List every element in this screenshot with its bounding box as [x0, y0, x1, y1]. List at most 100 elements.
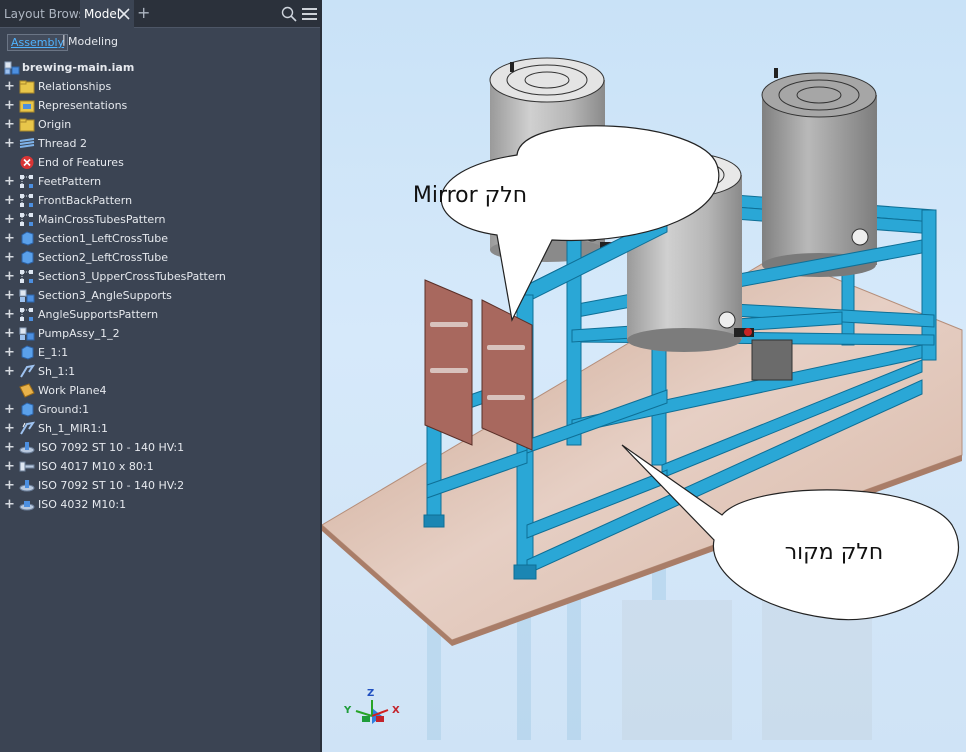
expand-icon[interactable]: +: [4, 362, 15, 381]
tree-item-label: E_1:1: [38, 346, 69, 359]
tree-item-section1-leftcrosstube[interactable]: + Section1_LeftCrossTube: [0, 229, 320, 248]
expand-icon[interactable]: +: [4, 77, 15, 96]
close-icon[interactable]: [117, 7, 131, 21]
part-icon: [21, 402, 34, 417]
washer-icon: [19, 480, 35, 492]
tab-layout-browser[interactable]: Layout Browser: [0, 0, 97, 28]
folder-icon: [19, 80, 35, 94]
tree-item-label: PumpAssy_1_2: [38, 327, 120, 340]
search-icon[interactable]: [281, 6, 297, 22]
browser-tab-bar: Layout Browser Model +: [0, 0, 320, 28]
tank-rear-right: [761, 68, 888, 277]
tree-item-anglesupportspattern[interactable]: + AngleSupportsPattern: [0, 305, 320, 324]
thread-icon: [19, 138, 35, 148]
tree-item-thread-2[interactable]: + Thread 2: [0, 134, 320, 153]
tree-item-frontbackpattern[interactable]: + FrontBackPattern: [0, 191, 320, 210]
callout-mirror-text: חלק Mirror: [412, 183, 528, 208]
pattern-icon: [20, 175, 33, 188]
expand-icon[interactable]: +: [4, 419, 15, 438]
assembly-tree: brewing-main.iam + Relationships + Represen…: [0, 58, 320, 514]
expand-icon[interactable]: +: [4, 305, 15, 324]
tree-item-label: Section1_LeftCrossTube: [38, 232, 168, 245]
tree-item-e-1-1[interactable]: + E_1:1: [0, 343, 320, 362]
browser-mode-bar: Assembly | Modeling: [0, 28, 320, 56]
expand-icon[interactable]: +: [4, 438, 15, 457]
mirror-plate: [424, 279, 473, 446]
subassembly-icon: [19, 289, 35, 303]
expand-icon[interactable]: +: [4, 134, 15, 153]
expand-icon[interactable]: +: [4, 172, 15, 191]
tree-item-maincrosstubespattern[interactable]: + MainCrossTubesPattern: [0, 210, 320, 229]
tree-item-origin[interactable]: + Origin: [0, 115, 320, 134]
nut-icon: [19, 501, 35, 511]
tree-item-label: MainCrossTubesPattern: [38, 213, 166, 226]
expand-icon[interactable]: +: [4, 495, 15, 514]
expand-icon[interactable]: +: [4, 267, 15, 286]
tree-item-ground-1[interactable]: + Ground:1: [0, 400, 320, 419]
tree-root[interactable]: brewing-main.iam: [0, 58, 320, 77]
source-plate: [481, 299, 533, 451]
end-of-features-icon: [20, 156, 34, 169]
tree-item-label: AngleSupportsPattern: [38, 308, 159, 321]
expand-icon[interactable]: +: [4, 457, 15, 476]
tree-item-label: Section3_UpperCrossTubesPattern: [38, 270, 226, 283]
mirror-part-icon: [20, 421, 35, 435]
axis-label-y: Y: [344, 705, 352, 716]
pattern-icon: [20, 194, 33, 207]
tree-item-sh-1-mir1-1[interactable]: + Sh_1_MIR1:1: [0, 419, 320, 438]
menu-icon[interactable]: [302, 7, 317, 21]
tree-item-representations[interactable]: + Representations: [0, 96, 320, 115]
folder-icon: [19, 118, 35, 132]
axis-label-z: Z: [367, 688, 375, 699]
tree-item-label: FeetPattern: [38, 175, 102, 188]
axis-label-x: X: [392, 705, 400, 716]
mode-modeling[interactable]: Modeling: [68, 35, 118, 48]
tree-item-sh-1-1[interactable]: + Sh_1:1: [0, 362, 320, 381]
pattern-icon: [20, 308, 33, 321]
expand-icon[interactable]: +: [4, 191, 15, 210]
model-scene: [322, 57, 963, 740]
tree-item-label: ISO 4032 M10:1: [38, 498, 127, 511]
tree-item-label: ISO 7092 ST 10 - 140 HV:1: [38, 441, 185, 454]
tree-item-section2-leftcrosstube[interactable]: + Section2_LeftCrossTube: [0, 248, 320, 267]
model-browser-panel: Layout Browser Model + Assembly | Modeli…: [0, 0, 322, 752]
mode-separator: |: [62, 33, 66, 46]
add-tab-icon[interactable]: +: [137, 5, 153, 21]
tree-item-label: Sh_1_MIR1:1: [38, 422, 109, 435]
tree-item-label: FrontBackPattern: [38, 194, 133, 207]
expand-icon[interactable]: +: [4, 400, 15, 419]
expand-icon[interactable]: +: [4, 286, 15, 305]
tree-item-iso-7092-st-10-140-hv-1[interactable]: + ISO 7092 ST 10 - 140 HV:1: [0, 438, 320, 457]
tree-item-pumpassy-1-2[interactable]: + PumpAssy_1_2: [0, 324, 320, 343]
expand-icon[interactable]: +: [4, 324, 15, 343]
tree-item-section3-anglesupports[interactable]: + Section3_AngleSupports: [0, 286, 320, 305]
expand-icon[interactable]: +: [4, 248, 15, 267]
tree-item-label: Origin: [38, 118, 72, 131]
tree-item-label: End of Features: [38, 156, 124, 169]
tree-item-label: Work Plane4: [38, 384, 107, 397]
view-axis-triad: [355, 700, 389, 724]
part-icon: [21, 345, 34, 360]
mode-assembly[interactable]: Assembly: [7, 34, 69, 51]
tree-item-label: Thread 2: [38, 137, 87, 150]
tree-item-feetpattern[interactable]: + FeetPattern: [0, 172, 320, 191]
tree-item-label: Section3_AngleSupports: [38, 289, 172, 302]
tree-item-iso-4032-m10-1[interactable]: + ISO 4032 M10:1: [0, 495, 320, 514]
expand-icon[interactable]: +: [4, 96, 15, 115]
expand-icon[interactable]: +: [4, 343, 15, 362]
tree-item-end-of-features[interactable]: End of Features: [0, 153, 320, 172]
pattern-icon: [20, 270, 33, 283]
tree-item-iso-4017-m10-x-80-1[interactable]: + ISO 4017 M10 x 80:1: [0, 457, 320, 476]
expand-icon[interactable]: +: [4, 115, 15, 134]
tree-item-section3-uppercrosstubespattern[interactable]: + Section3_UpperCrossTubesPattern: [0, 267, 320, 286]
tree-item-iso-7092-st-10-140-hv-2[interactable]: + ISO 7092 ST 10 - 140 HV:2: [0, 476, 320, 495]
expand-icon[interactable]: +: [4, 229, 15, 248]
tree-item-relationships[interactable]: + Relationships: [0, 77, 320, 96]
tree-item-label: ISO 7092 ST 10 - 140 HV:2: [38, 479, 185, 492]
expand-icon[interactable]: +: [4, 210, 15, 229]
callout-source-text: חלק מקור: [784, 540, 884, 565]
tree-item-work-plane4[interactable]: Work Plane4: [0, 381, 320, 400]
tree-item-label: Section2_LeftCrossTube: [38, 251, 168, 264]
graphics-viewport[interactable]: חלק Mirror חלק מקור Z Y X: [322, 0, 966, 752]
expand-icon[interactable]: +: [4, 476, 15, 495]
